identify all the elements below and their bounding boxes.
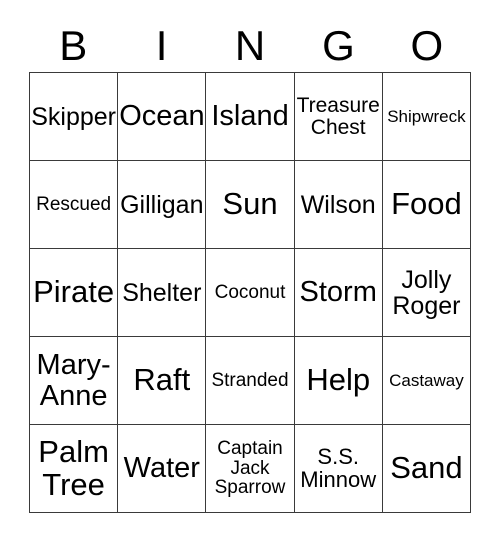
bingo-cell[interactable]: Pirate	[30, 249, 119, 337]
bingo-cell-label: Gilligan	[120, 190, 204, 219]
bingo-row: Palm Tree Water Captain Jack Sparrow S.S…	[30, 425, 472, 513]
bingo-cell[interactable]: Castaway	[382, 337, 472, 425]
bingo-cell[interactable]: S.S. Minnow	[294, 425, 383, 513]
bingo-cell-label: Coconut	[214, 281, 286, 303]
bingo-cell[interactable]: Storm	[294, 249, 383, 337]
bingo-cell[interactable]: Shipwreck	[382, 73, 472, 161]
bingo-cell[interactable]: Sun	[206, 161, 295, 249]
bingo-header: B I N G O	[29, 20, 471, 72]
bingo-cell-label: Island	[211, 100, 289, 133]
bingo-card: B I N G O Skipper Ocean Island Treasure …	[0, 0, 500, 544]
header-letter-n: N	[234, 22, 266, 69]
bingo-cell-label: Shelter	[122, 278, 202, 307]
bingo-cell-label: Shipwreck	[387, 106, 466, 126]
bingo-cell[interactable]: Coconut	[206, 249, 295, 337]
header-letter-i: I	[155, 22, 168, 69]
bingo-cell-label: Treasure Chest	[296, 93, 380, 139]
bingo-row: Skipper Ocean Island Treasure Chest Ship…	[30, 73, 472, 161]
bingo-cell-label: Sand	[390, 450, 463, 486]
bingo-cell-label: Mary- Anne	[36, 349, 111, 412]
bingo-grid: Skipper Ocean Island Treasure Chest Ship…	[29, 72, 472, 513]
bingo-cell-label: S.S. Minnow	[300, 443, 377, 492]
bingo-cell-label: Storm	[299, 276, 377, 309]
bingo-cell[interactable]: Mary- Anne	[30, 337, 119, 425]
bingo-cell-label: Water	[123, 452, 200, 485]
bingo-cell[interactable]: Treasure Chest	[294, 73, 383, 161]
bingo-cell[interactable]: Shelter	[118, 249, 207, 337]
bingo-cell-label: Stranded	[211, 369, 289, 391]
bingo-cell-label: Raft	[133, 362, 191, 398]
bingo-cell-label: Sun	[222, 186, 278, 222]
bingo-cell[interactable]: Help	[294, 337, 383, 425]
bingo-row: Pirate Shelter Coconut Storm Jolly Roger	[30, 249, 472, 337]
bingo-cell-label: Jolly Roger	[392, 265, 461, 320]
bingo-row: Mary- Anne Raft Stranded Help Castaway	[30, 337, 472, 425]
bingo-cell[interactable]: Captain Jack Sparrow	[206, 425, 295, 513]
bingo-cell[interactable]: Food	[382, 161, 472, 249]
bingo-cell-label: Palm Tree	[38, 434, 109, 502]
bingo-cell[interactable]: Rescued	[30, 161, 119, 249]
bingo-cell[interactable]: Wilson	[294, 161, 383, 249]
bingo-cell-label: Help	[306, 362, 371, 398]
bingo-cell-label: Pirate	[33, 274, 115, 310]
header-letter-o: O	[410, 22, 444, 69]
bingo-cell-label: Rescued	[36, 193, 112, 215]
bingo-cell-label: Ocean	[119, 100, 205, 133]
bingo-cell[interactable]: Jolly Roger	[382, 249, 472, 337]
bingo-cell-label: Captain Jack Sparrow	[214, 437, 286, 499]
bingo-cell[interactable]: Palm Tree	[30, 425, 119, 513]
bingo-cell[interactable]: Island	[206, 73, 295, 161]
bingo-cell[interactable]: Raft	[118, 337, 207, 425]
bingo-cell[interactable]: Skipper	[30, 73, 119, 161]
bingo-cell-label: Food	[391, 186, 462, 222]
bingo-cell[interactable]: Stranded	[206, 337, 295, 425]
bingo-cell-label: Castaway	[389, 370, 464, 390]
bingo-cell-label: Skipper	[31, 102, 116, 131]
header-letter-b: B	[59, 22, 88, 69]
bingo-row: Rescued Gilligan Sun Wilson Food	[30, 161, 472, 249]
bingo-cell-label: Wilson	[300, 190, 376, 219]
bingo-cell[interactable]: Water	[118, 425, 207, 513]
header-letter-g: G	[322, 22, 355, 69]
bingo-cell[interactable]: Gilligan	[118, 161, 207, 249]
bingo-cell[interactable]: Sand	[382, 425, 472, 513]
bingo-cell[interactable]: Ocean	[118, 73, 207, 161]
